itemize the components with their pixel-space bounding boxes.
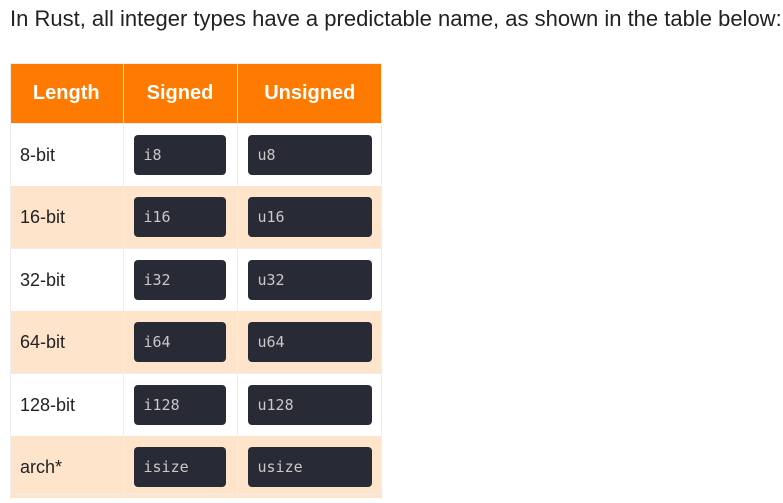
unsigned-cell: u16 [237,186,382,249]
signed-cell: i32 [123,248,238,311]
unsigned-cell: u64 [237,311,382,374]
signed-type-code: i16 [133,197,226,237]
signed-cell: i16 [123,186,238,249]
table-row: 8-bit i8 u8 [10,123,382,186]
unsigned-cell: u128 [237,373,382,436]
unsigned-cell: usize [237,436,382,498]
length-cell: 64-bit [10,311,124,374]
signed-type-code: i8 [133,135,226,175]
signed-cell: i64 [123,311,238,374]
signed-cell: i128 [123,373,238,436]
signed-cell: i8 [123,123,238,186]
header-length: Length [10,63,124,124]
table-header-row: Length Signed Unsigned [10,63,382,124]
table-row: 32-bit i32 u32 [10,248,382,311]
table-row: arch* isize usize [10,436,382,498]
table-row: 64-bit i64 u64 [10,311,382,374]
table-row: 16-bit i16 u16 [10,186,382,249]
unsigned-type-code: u128 [247,385,372,425]
signed-cell: isize [123,436,238,498]
unsigned-type-code: u16 [247,197,372,237]
header-unsigned: Unsigned [237,63,382,124]
unsigned-type-code: u8 [247,135,372,175]
signed-type-code: isize [133,447,226,487]
table-row: 128-bit i128 u128 [10,373,382,436]
unsigned-cell: u8 [237,123,382,186]
signed-type-code: i64 [133,322,226,362]
length-cell: 8-bit [10,123,124,186]
unsigned-type-code: usize [247,447,372,487]
length-cell: 128-bit [10,373,124,436]
unsigned-type-code: u32 [247,260,372,300]
signed-type-code: i32 [133,260,226,300]
unsigned-type-code: u64 [247,322,372,362]
intro-text: In Rust, all integer types have a predic… [10,6,782,31]
header-signed: Signed [123,63,238,124]
length-cell: arch* [10,436,124,498]
length-cell: 16-bit [10,186,124,249]
integer-types-table: Length Signed Unsigned 8-bit i8 u8 16-bi… [10,63,382,498]
length-cell: 32-bit [10,248,124,311]
signed-type-code: i128 [133,385,226,425]
unsigned-cell: u32 [237,248,382,311]
